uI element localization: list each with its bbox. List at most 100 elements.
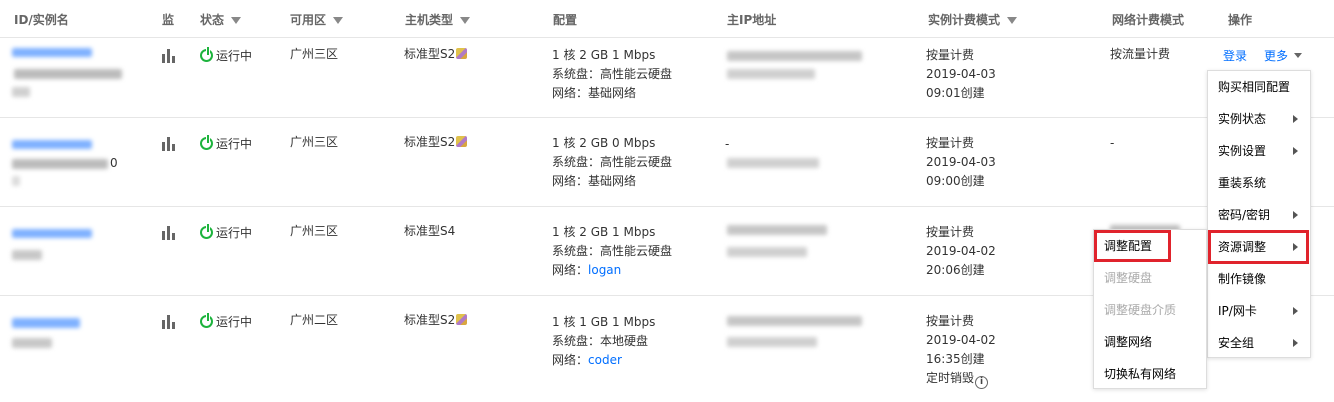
header-host-type[interactable]: 主机类型: [405, 11, 471, 28]
status-running: 运行中: [200, 135, 252, 152]
filter-icon[interactable]: [1007, 17, 1018, 24]
config-spec: 1 核 2 GB 0 Mbps: [552, 136, 656, 150]
power-icon: [200, 224, 213, 239]
menu-item-security-group[interactable]: 安全组: [1208, 327, 1310, 359]
more-menu: 购买相同配置 实例状态 实例设置 重装系统 密码/密钥 资源调整 制作镜像 IP…: [1207, 70, 1311, 358]
chevron-right-icon: [1293, 147, 1298, 155]
menu-item-ip-nic[interactable]: IP/网卡: [1208, 295, 1310, 327]
config-spec: 1 核 2 GB 1 Mbps: [552, 225, 656, 239]
chart-bar-icon[interactable]: [162, 49, 178, 63]
menu-item-password-key[interactable]: 密码/密钥: [1208, 199, 1310, 231]
filter-icon[interactable]: [231, 17, 242, 24]
header-monitor: 监: [162, 13, 175, 27]
billing-date: 2019-04-03: [926, 155, 996, 169]
submenu-item-adjust-network[interactable]: 调整网络: [1094, 326, 1206, 358]
instance-name-tail: 0: [110, 156, 118, 170]
chart-bar-icon[interactable]: [162, 315, 178, 329]
config-network: 网络：基础网络: [552, 86, 637, 100]
host-type: 标准型S2: [404, 45, 468, 64]
header-id-name: ID/实例名: [14, 13, 69, 27]
header-main-ip: 主IP地址: [727, 13, 777, 27]
config-disk: 系统盘：本地硬盘: [552, 334, 649, 348]
more-dropdown[interactable]: 更多: [1264, 47, 1303, 66]
submenu-item-switch-vpc[interactable]: 切换私有网络: [1094, 358, 1206, 390]
submenu-item-adjust-disk-media: 调整硬盘介质: [1104, 303, 1177, 317]
instance-name: [12, 338, 52, 348]
chart-bar-icon[interactable]: [162, 137, 178, 151]
chevron-right-icon: [1293, 115, 1298, 123]
created-time: 16:35创建: [926, 352, 985, 366]
filter-icon[interactable]: [333, 17, 344, 24]
net-billing: -: [1110, 136, 1115, 150]
config-network: 网络：logan: [552, 263, 622, 277]
badge-icon: [456, 48, 468, 59]
resource-adjust-submenu: 调整配置 调整硬盘 调整硬盘介质 调整网络 切换私有网络: [1093, 229, 1207, 389]
submenu-item-adjust-disk: 调整硬盘: [1104, 271, 1153, 285]
public-ip: -: [725, 137, 730, 151]
filter-icon[interactable]: [460, 17, 471, 24]
billing-date: 2019-04-02: [926, 244, 996, 258]
config-spec: 1 核 2 GB 1 Mbps: [552, 48, 656, 62]
billing-mode: 按量计费: [926, 225, 975, 239]
billing-mode: 按量计费: [926, 48, 975, 62]
badge-icon: [456, 314, 468, 325]
zone: 广州三区: [290, 135, 339, 149]
header-config: 配置: [553, 13, 578, 27]
created-time: 20:06创建: [926, 263, 985, 277]
public-ip: [727, 225, 827, 235]
instance-name: [14, 69, 122, 79]
instance-id-link[interactable]: [12, 48, 92, 57]
instance-name: [12, 87, 30, 97]
private-ip: [727, 247, 807, 257]
zone: 广州三区: [290, 224, 339, 238]
menu-item-reinstall[interactable]: 重装系统: [1208, 167, 1310, 199]
status-running: 运行中: [200, 313, 252, 330]
config-network: 网络：coder: [552, 353, 622, 367]
instance-id-link[interactable]: [12, 140, 92, 149]
billing-date: 2019-04-03: [926, 67, 996, 81]
zone: 广州三区: [290, 47, 339, 61]
header-status[interactable]: 状态: [200, 11, 242, 28]
net-billing: 按流量计费: [1110, 47, 1171, 61]
header-zone[interactable]: 可用区: [290, 11, 344, 28]
created-time: 09:00创建: [926, 174, 985, 188]
menu-item-instance-settings[interactable]: 实例设置: [1208, 135, 1310, 167]
scheduled-destroy: 定时销毁 i: [926, 369, 989, 389]
chevron-right-icon: [1293, 211, 1298, 219]
vpc-link[interactable]: coder: [588, 353, 622, 367]
login-link[interactable]: 登录: [1223, 47, 1247, 66]
config-spec: 1 核 1 GB 1 Mbps: [552, 315, 656, 329]
host-type: 标准型S2: [404, 311, 468, 330]
header-billing-mode[interactable]: 实例计费模式: [928, 11, 1018, 28]
menu-item-create-image[interactable]: 制作镜像: [1208, 263, 1310, 295]
header-net-billing: 网络计费模式: [1112, 13, 1185, 27]
table-row: 0 运行中 广州三区 标准型S2 1 核 2 GB 0 Mbps 系统盘：高性能…: [0, 118, 1334, 207]
submenu-item-adjust-config[interactable]: 调整配置: [1094, 230, 1206, 262]
billing-date: 2019-04-02: [926, 333, 996, 347]
instance-id-link[interactable]: [12, 229, 92, 238]
private-ip: [727, 69, 815, 79]
public-ip: [727, 51, 862, 61]
public-ip: [727, 316, 862, 326]
power-icon: [200, 313, 213, 328]
chevron-down-icon: [1294, 53, 1303, 58]
menu-item-resource-adjust[interactable]: 资源调整: [1208, 231, 1310, 263]
chart-bar-icon[interactable]: [162, 226, 178, 240]
created-time: 09:01创建: [926, 86, 985, 100]
private-ip: [727, 158, 819, 168]
chevron-right-icon: [1293, 243, 1298, 251]
vpc-link[interactable]: logan: [588, 263, 621, 277]
chevron-right-icon: [1293, 307, 1298, 315]
info-icon[interactable]: i: [975, 376, 989, 389]
menu-item-instance-status[interactable]: 实例状态: [1208, 103, 1310, 135]
instance-name: [12, 176, 20, 186]
menu-item-buy-same[interactable]: 购买相同配置: [1208, 71, 1310, 103]
instance-name: [12, 159, 108, 169]
private-ip: [727, 337, 817, 347]
header-actions: 操作: [1228, 13, 1253, 27]
host-type: 标准型S4: [404, 224, 456, 238]
zone: 广州二区: [290, 313, 339, 327]
status-running: 运行中: [200, 224, 252, 241]
instance-id-link[interactable]: [12, 318, 80, 328]
billing-mode: 按量计费: [926, 136, 975, 150]
